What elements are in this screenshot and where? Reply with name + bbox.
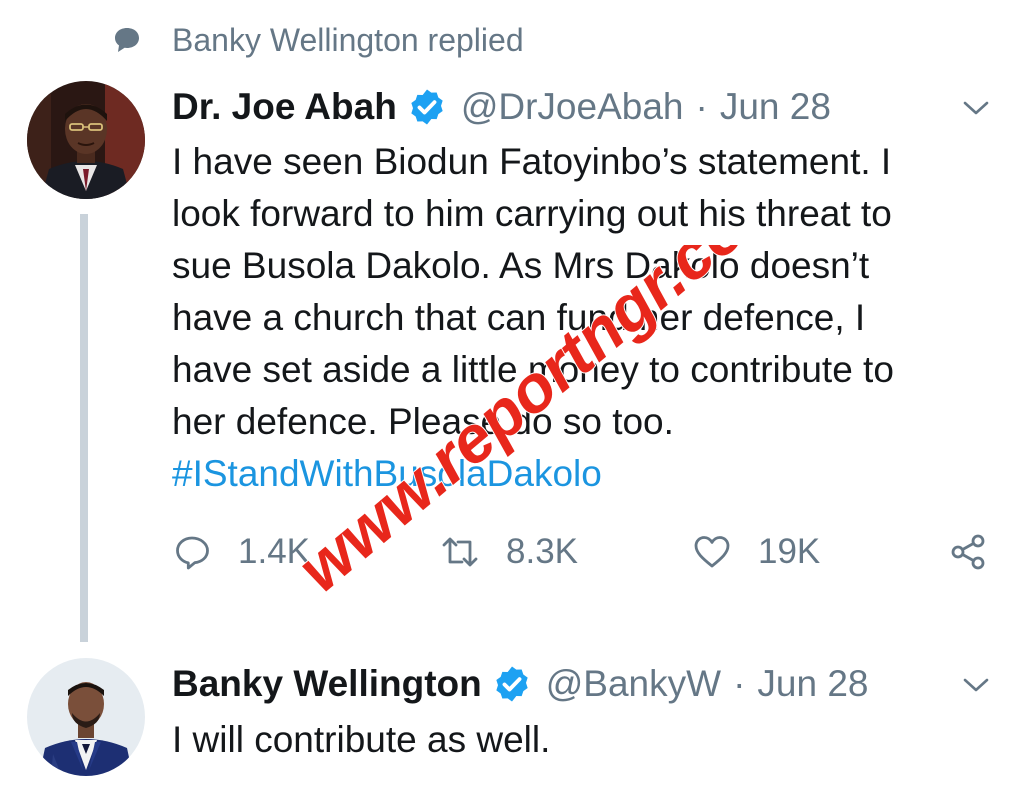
tweet-text: I will contribute as well. [172, 714, 992, 766]
like-button[interactable]: 19K [690, 526, 820, 578]
like-count: 19K [758, 532, 821, 571]
tweet-text-line: her defence. Please do so too. [172, 401, 674, 442]
author-handle[interactable]: @DrJoeAbah [461, 86, 684, 128]
tweet-text-line: have set aside a little money to contrib… [172, 349, 894, 390]
author-handle[interactable]: @BankyW [546, 663, 721, 705]
author-name[interactable]: Banky Wellington [172, 663, 482, 705]
avatar[interactable] [27, 81, 145, 199]
retweet-icon [438, 530, 482, 574]
reply-count: 1.4K [238, 532, 310, 571]
tweet-header: Dr. Joe Abah @DrJoeAbah · Jun 28 [172, 81, 831, 133]
tweet-text: I have seen Biodun Fatoyinbo’s statement… [172, 136, 992, 500]
speech-bubble-icon [110, 23, 144, 57]
reply-icon [170, 530, 214, 574]
avatar[interactable] [27, 658, 145, 776]
tweet-header: Banky Wellington @BankyW · Jun 28 [172, 658, 868, 710]
chevron-down-icon[interactable] [958, 667, 994, 703]
thread-connector-line [80, 214, 88, 642]
tweet-date[interactable]: Jun 28 [757, 663, 868, 705]
retweet-count: 8.3K [506, 532, 578, 571]
tweet-date[interactable]: Jun 28 [720, 86, 831, 128]
verified-badge-icon [492, 664, 532, 704]
heart-icon [690, 530, 734, 574]
share-icon [946, 530, 990, 574]
tweet-text-line: have a church that can fund her defence,… [172, 297, 866, 338]
reply-button[interactable]: 1.4K [170, 526, 310, 578]
share-button[interactable] [946, 526, 990, 578]
chevron-down-icon[interactable] [958, 90, 994, 126]
social-context: Banky Wellington replied [110, 18, 524, 62]
tweet-text-line: sue Busola Dakolo. As Mrs Dakolo doesn’t [172, 245, 870, 286]
tweet-actions: 1.4K 8.3K 19K [170, 526, 1010, 578]
tweet-text-line: look forward to him carrying out his thr… [172, 193, 892, 234]
author-name[interactable]: Dr. Joe Abah [172, 86, 397, 128]
retweet-button[interactable]: 8.3K [438, 526, 578, 578]
verified-badge-icon [407, 87, 447, 127]
context-text: Banky Wellington replied [172, 21, 524, 58]
separator-dot: · [733, 663, 746, 704]
tweet-text-line: I have seen Biodun Fatoyinbo’s statement… [172, 141, 892, 182]
hashtag-link[interactable]: #IStandWithBusolaDakolo [172, 448, 992, 500]
separator-dot: · [695, 86, 708, 127]
tweet-text-line: I will contribute as well. [172, 719, 551, 760]
